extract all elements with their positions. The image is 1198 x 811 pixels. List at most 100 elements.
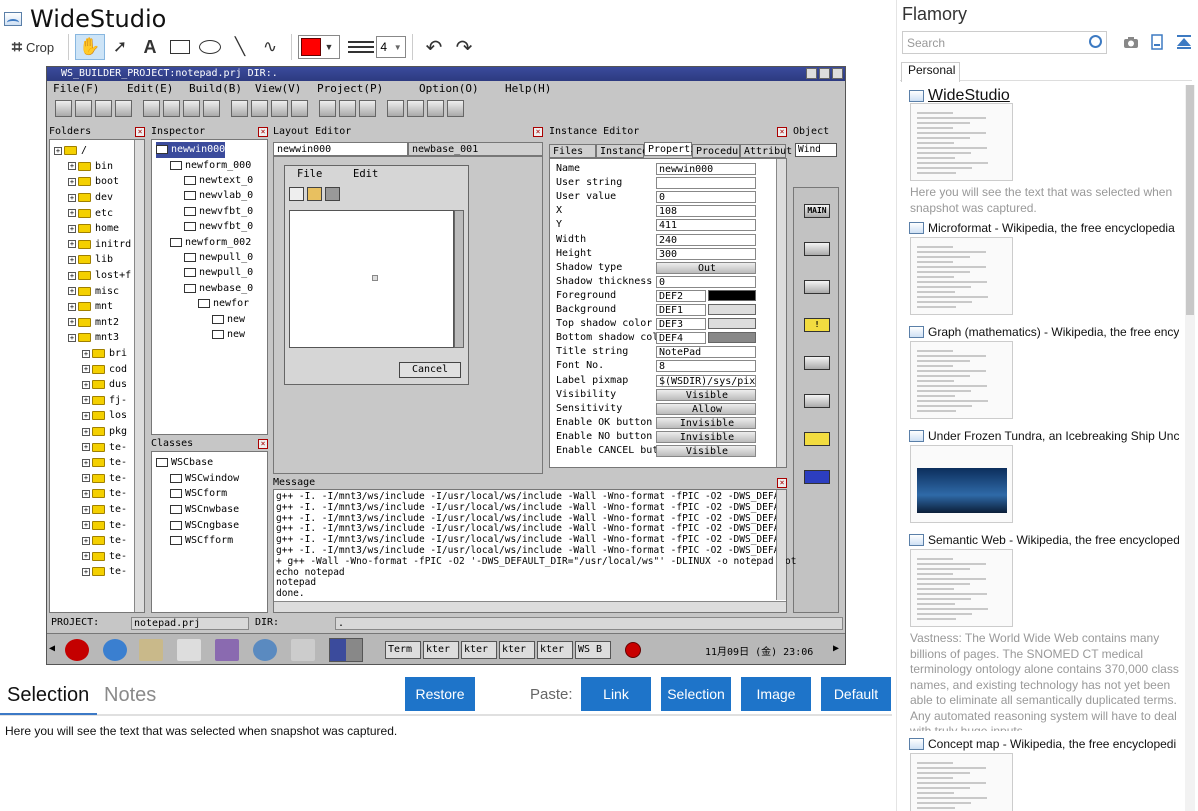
inspector-item[interactable]: newform_000 [170,157,251,173]
property-value[interactable]: newwin000 [656,163,756,175]
property-value[interactable]: NotePad [656,346,756,359]
property-value[interactable]: Visible [656,388,756,401]
folder-item[interactable]: + te- [82,533,127,549]
property-value[interactable]: 411 [656,219,756,232]
property-value[interactable]: DEF2 [656,289,706,302]
inspector-item[interactable]: new [212,311,245,327]
snapshot-thumbnail[interactable] [910,549,1013,627]
folder-item[interactable]: + te- [82,455,127,471]
folder-item[interactable]: + pkg [82,424,127,440]
property-value[interactable]: 0 [656,191,756,204]
class-item[interactable]: WSCfform [170,533,233,549]
property-value[interactable]: Visible [656,445,756,457]
inspector-item[interactable]: newbase_0 [184,281,253,297]
line-width-select[interactable]: 4 ▼ [376,36,406,58]
folder-item[interactable]: + te- [82,502,127,518]
line-tool-button[interactable]: ╲ [225,34,255,60]
property-value[interactable] [656,177,756,190]
folder-item[interactable]: + misc [68,283,119,299]
folder-item[interactable]: + dus [82,377,127,393]
folder-item[interactable]: + home [68,221,119,237]
sidebar-scrollbar[interactable] [1185,85,1195,811]
page-icon[interactable] [1149,34,1165,50]
property-value[interactable]: 0 [656,275,756,288]
paste-default-button[interactable]: Default [821,677,891,711]
inspector-item[interactable]: newtext_0 [184,173,253,189]
folder-item[interactable]: + boot [68,174,119,190]
class-item[interactable]: WSCwindow [170,471,239,487]
folder-item[interactable]: + dev [68,190,113,206]
snapshot-thumbnail[interactable] [910,445,1013,523]
snapshot-entry-title[interactable]: Microformat - Wikipedia, the free encycl… [909,221,1179,235]
property-value[interactable]: $(WSDIR)/sys/pix [656,374,756,387]
class-item[interactable]: WSCbase [156,455,213,471]
rectangle-tool-button[interactable] [165,34,195,60]
folder-item[interactable]: + te- [82,486,127,502]
folder-item[interactable]: + bin [68,159,113,175]
property-value[interactable]: DEF1 [656,304,706,316]
property-value[interactable]: 8 [656,360,756,373]
folder-item[interactable]: + te- [82,564,127,580]
class-item[interactable]: WSCform [170,486,227,502]
selection-text[interactable]: Here you will see the text that was sele… [5,724,397,738]
text-tool-button[interactable]: A [135,34,165,60]
eject-icon[interactable] [1176,34,1192,50]
property-value[interactable]: Out [656,261,756,274]
hand-tool-button[interactable]: ✋ [75,34,105,60]
class-item[interactable]: WSCnwbase [170,502,239,518]
restore-button[interactable]: Restore [405,677,475,711]
snapshot-entry-title[interactable]: Semantic Web - Wikipedia, the free encyc… [909,533,1179,547]
folder-item[interactable]: + lib [68,252,113,268]
tab-selection[interactable]: Selection [7,684,89,707]
folder-item[interactable]: + etc [68,205,113,221]
inspector-item[interactable]: newform_002 [170,234,251,250]
search-input[interactable]: Search [902,31,1107,54]
folder-item[interactable]: + mnt [68,299,113,315]
snapshot-thumbnail[interactable] [910,237,1013,315]
property-value[interactable]: DEF4 [656,332,706,345]
property-value[interactable]: Invisible [656,416,756,429]
folder-item[interactable]: + te- [82,549,127,565]
property-value[interactable]: 300 [656,247,756,260]
folder-item[interactable]: + fj- [82,393,127,409]
snapshot-entry-title[interactable]: Under Frozen Tundra, an Icebreaking Ship… [909,429,1179,443]
snapshot-image[interactable]: WS_BUILDER_PROJECT:notepad.prj DIR:. Fil… [46,66,846,665]
folder-item[interactable]: + / [54,143,87,159]
redo-button[interactable]: ↷ [449,34,479,60]
class-item[interactable]: WSCngbase [170,517,239,533]
color-picker[interactable]: ▼ [298,35,340,59]
inspector-item[interactable]: newpull_0 [184,265,253,281]
crop-button[interactable]: ⌗ Crop [4,34,62,60]
paste-selection-button[interactable]: Selection [661,677,731,711]
inspector-item[interactable]: newwin000 [156,142,226,158]
folder-item[interactable]: + te- [82,471,127,487]
folder-item[interactable]: + bri [82,346,127,362]
folder-item[interactable]: + cod [82,361,127,377]
paste-image-button[interactable]: Image [741,677,811,711]
tab-notes[interactable]: Notes [104,684,156,707]
inspector-item[interactable]: newpull_0 [184,250,253,266]
folder-item[interactable]: + te- [82,439,127,455]
inspector-item[interactable]: newvfbt_0 [184,204,253,220]
inspector-item[interactable]: newfor [198,296,249,312]
lasso-tool-button[interactable]: ∿ [255,34,285,60]
property-value[interactable]: DEF3 [656,318,706,331]
undo-button[interactable]: ↶ [419,34,449,60]
pointer-tool-button[interactable]: ➚ [105,34,135,60]
property-value[interactable]: 108 [656,205,756,218]
snapshot-entry-title[interactable]: Graph (mathematics) - Wikipedia, the fre… [909,325,1179,339]
inspector-item[interactable]: newvlab_0 [184,188,253,204]
folder-item[interactable]: + mnt2 [68,315,119,331]
property-value[interactable]: 240 [656,233,756,246]
search-icon[interactable] [1089,35,1102,48]
paste-link-button[interactable]: Link [581,677,651,711]
snapshot-entry-title[interactable]: Concept map - Wikipedia, the free encycl… [909,737,1179,751]
folder-item[interactable]: + te- [82,517,127,533]
snapshot-thumbnail[interactable] [910,753,1013,811]
inspector-item[interactable]: newvfbt_0 [184,219,253,235]
inspector-item[interactable]: new [212,327,245,343]
property-value[interactable]: Invisible [656,430,756,443]
snapshot-thumbnail[interactable] [910,103,1013,181]
camera-icon[interactable] [1123,34,1139,50]
property-value[interactable]: Allow [656,402,756,415]
